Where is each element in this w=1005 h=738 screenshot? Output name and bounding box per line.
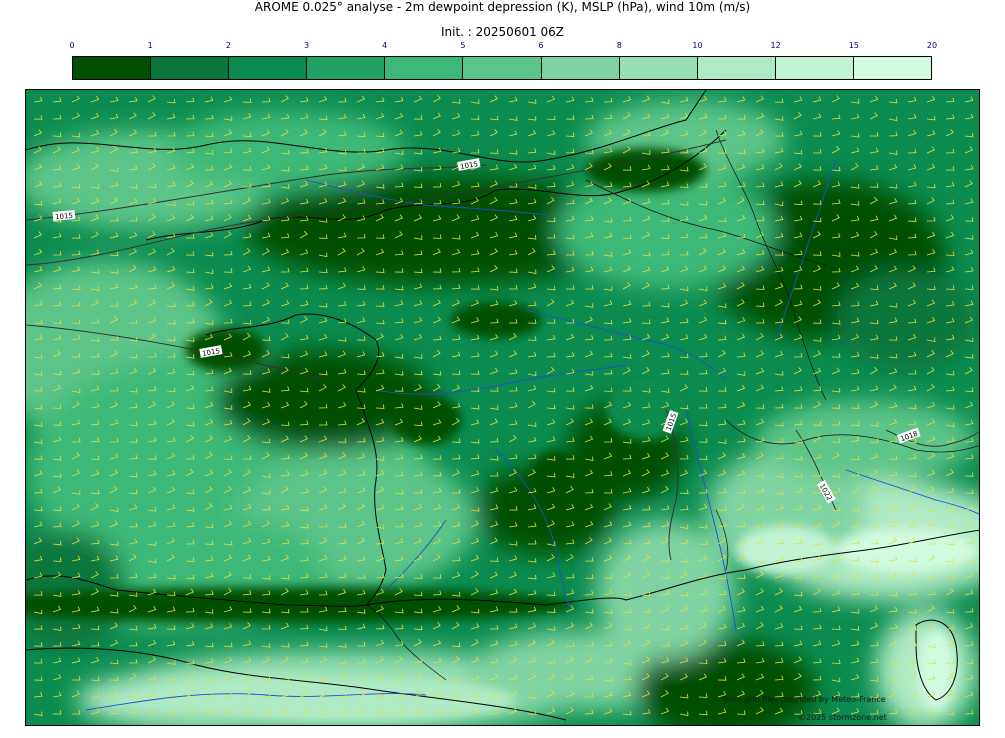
colorbar-segment [853,57,932,79]
credit-source: from grib files provided by Meteo-France [723,695,886,704]
colorbar-segment [151,57,230,79]
credit-copyright: ©2025 stormzone.net [798,713,887,722]
colorbar-segment [73,57,152,79]
colorbar-tick-label: 15 [848,41,859,50]
colorbar-segment [775,57,854,79]
colorbar-tick-label: 10 [692,41,703,50]
colorbar-segment [697,57,776,79]
colorbar-tick-label: 8 [616,41,622,50]
colorbar-tick-label: 12 [770,41,781,50]
colorbar-tick-label: 20 [926,41,938,50]
colorbar-tick-label: 4 [382,41,388,50]
colorbar-segment [541,57,620,79]
map-title: AROME 0.025° analyse - 2m dewpoint depre… [254,0,751,14]
isobar-label-text: 1015 [55,212,73,222]
map-canvas: 101510151015101510181022 [26,90,979,725]
weather-map[interactable]: 1015 1015 1015 1015 1018 1022 from grib files… [25,89,980,726]
colorbar-segment [229,57,308,79]
init-time: Init. : 20250601 06Z [440,25,565,39]
colorbar-tick-label: 3 [303,41,310,50]
colorbar-tick-label: 0 [69,41,75,50]
colorbar-segment [307,57,386,79]
colorbar-segment [385,57,464,79]
colorbar-segment [463,57,542,79]
colorbar-tick-label: 5 [460,41,466,50]
colorbar-legend [72,56,932,80]
colorbar-tick-label: 1 [147,41,153,50]
colorbar-tick-label: 6 [538,41,544,50]
colorbar-tick-label: 2 [225,41,231,50]
colorbar-segment [619,57,698,79]
isobar-label: 1015 [52,210,76,222]
